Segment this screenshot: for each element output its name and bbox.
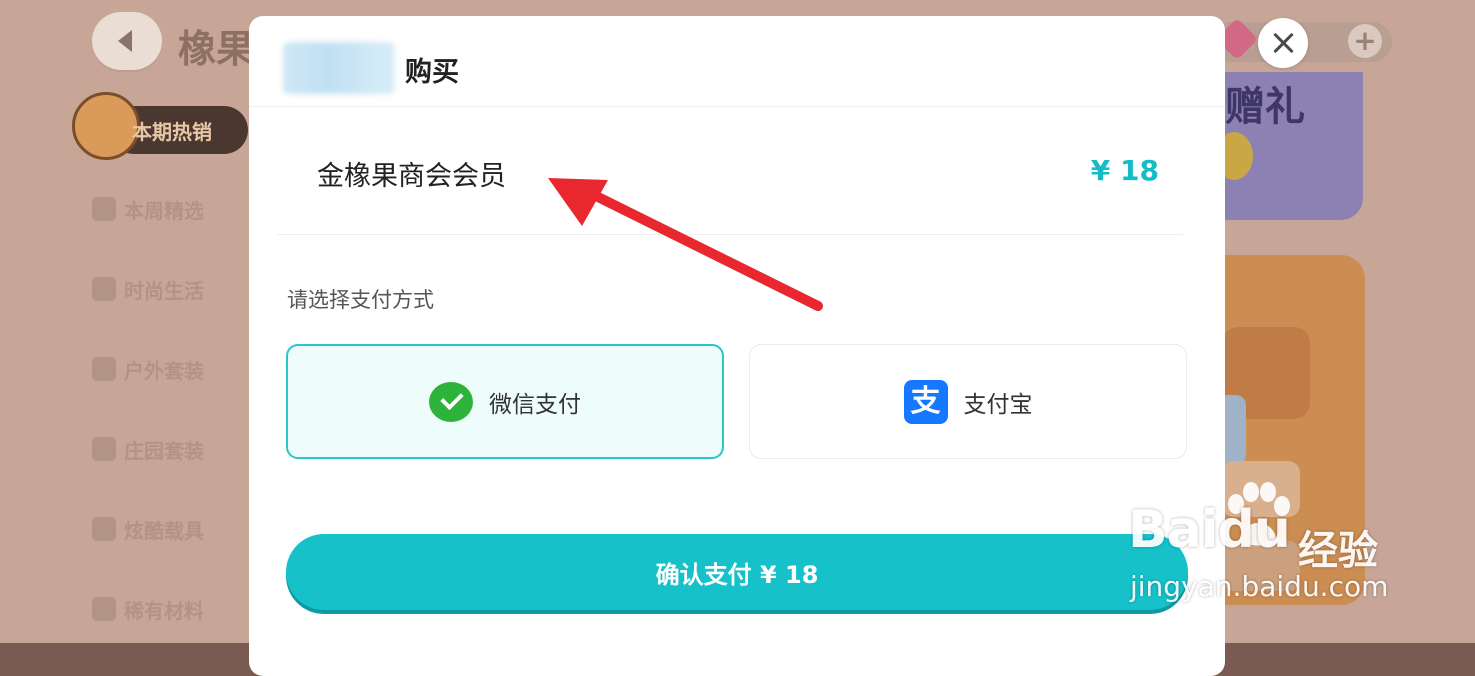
confirm-payment-button[interactable]: 确认支付 ¥ 18 [286,534,1188,610]
sidebar-item-fashion[interactable]: 时尚生活 [92,274,204,304]
purchase-dialog: 购买 金橡果商会会员 ¥ 18 请选择支付方式 微信支付 支 支付宝 确认支付 … [249,16,1225,676]
payment-option-label: 支付宝 [963,391,1033,418]
sidebar-item-materials[interactable]: 稀有材料 [92,594,204,624]
wechat-pay-icon [429,381,473,422]
materials-icon [92,597,116,621]
blurred-app-name [283,42,395,94]
alipay-option[interactable]: 支 支付宝 [749,344,1187,459]
dialog-header: 购买 [249,16,1225,107]
acorn-icon [72,92,140,160]
back-arrow-icon [118,30,132,52]
dialog-title: 购买 [405,57,459,88]
watermark-brand: Baidu [1128,500,1291,560]
calendar-icon [92,277,116,301]
watermark-url: jingyan.baidu.com [1130,570,1389,603]
product-row: 金橡果商会会员 ¥ 18 [277,108,1183,235]
wechat-pay-option[interactable]: 微信支付 [286,344,724,459]
back-button[interactable] [92,12,162,70]
payment-prompt: 请选择支付方式 [287,288,434,312]
product-name: 金橡果商会会员 [317,161,506,192]
car-icon [92,517,116,541]
promo-text: 赠礼 [1225,84,1305,130]
sidebar-item-active[interactable]: 本期热销 [70,92,250,160]
sidebar-item-label: 本期热销 [132,120,212,144]
spiral-icon [92,437,116,461]
watermark-brand-cn: 经验 [1298,528,1378,574]
payment-option-label: 微信支付 [489,391,581,418]
sidebar-item-weekly[interactable]: 本周精选 [92,194,204,224]
thumbs-up-icon [92,197,116,221]
sidebar-item-vehicles[interactable]: 炫酷载具 [92,514,204,544]
background-title: 橡果 [178,27,255,71]
sidebar-item-manor[interactable]: 庄园套装 [92,434,204,464]
close-button[interactable] [1258,18,1308,68]
alipay-icon: 支 [903,379,948,424]
sidebar-item-outdoor[interactable]: 户外套装 [92,354,204,384]
close-icon [1272,32,1294,54]
add-currency-button[interactable]: + [1348,24,1382,58]
tent-icon [92,357,116,381]
product-price: ¥ 18 [1090,154,1159,187]
baidu-watermark: Baidu 经验 jingyan.baidu.com [1128,482,1408,612]
